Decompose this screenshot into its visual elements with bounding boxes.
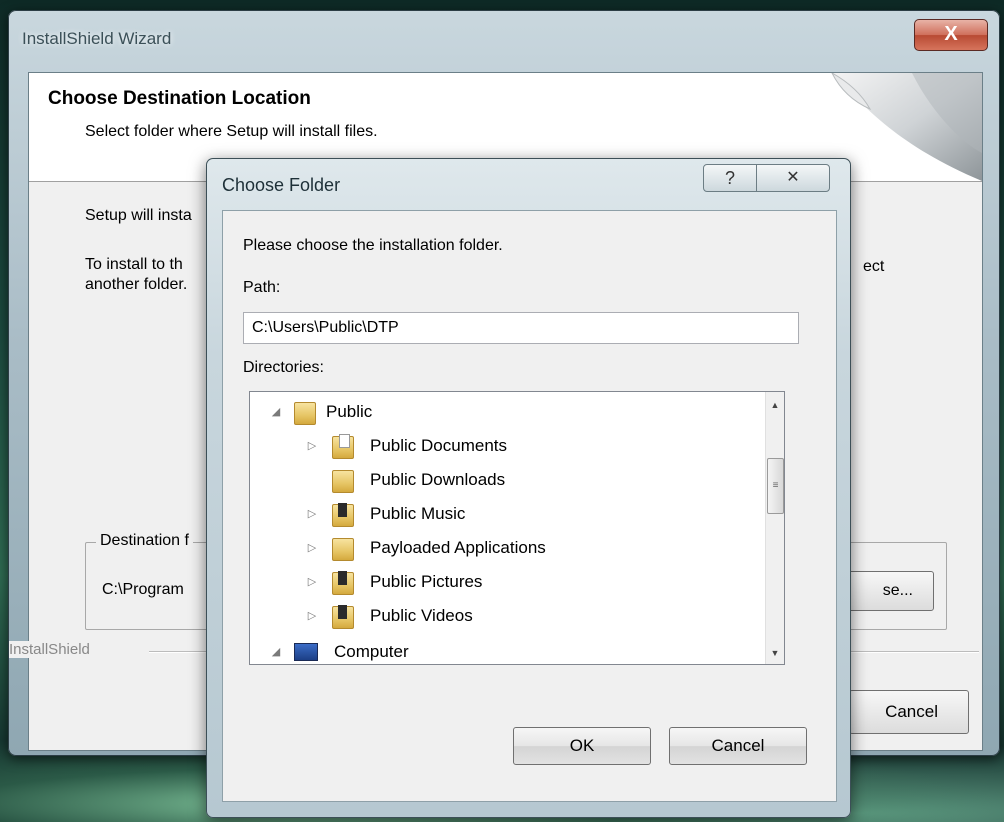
destination-legend: Destination f [96, 532, 193, 550]
destination-path: C:\Program [102, 581, 184, 598]
tree-item-label: Public [326, 402, 373, 421]
expand-arrow-icon[interactable]: ▷ [306, 532, 318, 564]
scroll-up-arrow-icon[interactable]: ▲ [766, 396, 784, 414]
tree-item-label: Public Downloads [370, 470, 506, 489]
pictures-folder-icon [332, 571, 354, 595]
expand-arrow-icon[interactable]: ▷ [306, 600, 318, 632]
body-text-line2-end: ect [863, 258, 885, 275]
folder-icon [294, 402, 316, 425]
documents-folder-icon [332, 434, 354, 459]
expand-arrow-icon[interactable]: ▷ [306, 566, 318, 598]
tree-item-public-music[interactable]: ▷ Public Music [250, 498, 764, 530]
dialog-client-area: Please choose the installation folder. P… [222, 210, 837, 802]
body-text-line3: another folder. [85, 276, 188, 293]
tree-item-label: Computer [334, 642, 409, 661]
tree-item-public-videos[interactable]: ▷ Public Videos [250, 600, 764, 632]
help-icon: ? [724, 168, 735, 188]
tree-item-label: Public Pictures [370, 572, 483, 591]
wizard-close-button[interactable]: X [914, 19, 988, 51]
folder-icon [332, 470, 354, 493]
tree-item-public-downloads[interactable]: Public Downloads [250, 464, 764, 496]
folder-icon [332, 538, 354, 561]
directories-label: Directories: [243, 359, 324, 376]
header-title: Choose Destination Location [48, 88, 311, 109]
tree-item-public-pictures[interactable]: ▷ Public Pictures [250, 566, 764, 598]
expand-arrow-icon[interactable]: ▷ [306, 498, 318, 530]
dialog-close-button[interactable]: ✕ [756, 164, 830, 192]
tree-item-computer[interactable]: ◢ Computer [250, 636, 764, 664]
scroll-down-arrow-icon[interactable]: ▼ [766, 644, 784, 662]
ok-button[interactable]: OK [513, 727, 651, 765]
path-input[interactable] [243, 312, 799, 344]
body-text-line2: To install to th [85, 256, 183, 273]
path-label: Path: [243, 279, 281, 296]
tree-scrollbar[interactable]: ▲ ≡ ▼ [765, 392, 784, 664]
scroll-thumb[interactable]: ≡ [767, 458, 784, 514]
computer-icon [294, 643, 318, 661]
header-subtitle: Select folder where Setup will install f… [85, 123, 378, 140]
close-icon: X [944, 23, 958, 45]
expand-arrow-icon[interactable]: ▷ [306, 430, 318, 462]
wizard-title: InstallShield Wizard [22, 29, 172, 48]
body-text-line1: Setup will insta [85, 207, 192, 224]
tree-item-label: Public Music [370, 504, 466, 523]
collapse-arrow-icon[interactable]: ◢ [270, 636, 282, 664]
tree-item-public-documents[interactable]: ▷ Public Documents [250, 430, 764, 462]
dialog-title: Choose Folder [222, 175, 341, 195]
tree-item-payloaded-applications[interactable]: ▷ Payloaded Applications [250, 532, 764, 564]
close-icon: ✕ [786, 169, 800, 186]
tree-item-label: Public Videos [370, 606, 473, 625]
tree-item-label: Public Documents [370, 436, 508, 455]
music-folder-icon [332, 503, 354, 527]
cancel-button[interactable]: Cancel [669, 727, 807, 765]
collapse-arrow-icon[interactable]: ◢ [270, 396, 282, 428]
installshield-brand-label: InstallShield [9, 641, 94, 658]
directory-tree[interactable]: ◢ Public ▷ Public Documents Public Downl… [249, 391, 785, 665]
videos-folder-icon [332, 605, 354, 629]
wizard-cancel-button[interactable]: Cancel [849, 690, 969, 734]
dialog-prompt: Please choose the installation folder. [243, 237, 503, 254]
dialog-help-button[interactable]: ? [703, 164, 757, 192]
tree-item-public[interactable]: ◢ Public [250, 396, 764, 428]
tree-item-label: Payloaded Applications [370, 538, 546, 557]
choose-folder-dialog: Choose Folder ? ✕ Please choose the inst… [206, 158, 851, 818]
